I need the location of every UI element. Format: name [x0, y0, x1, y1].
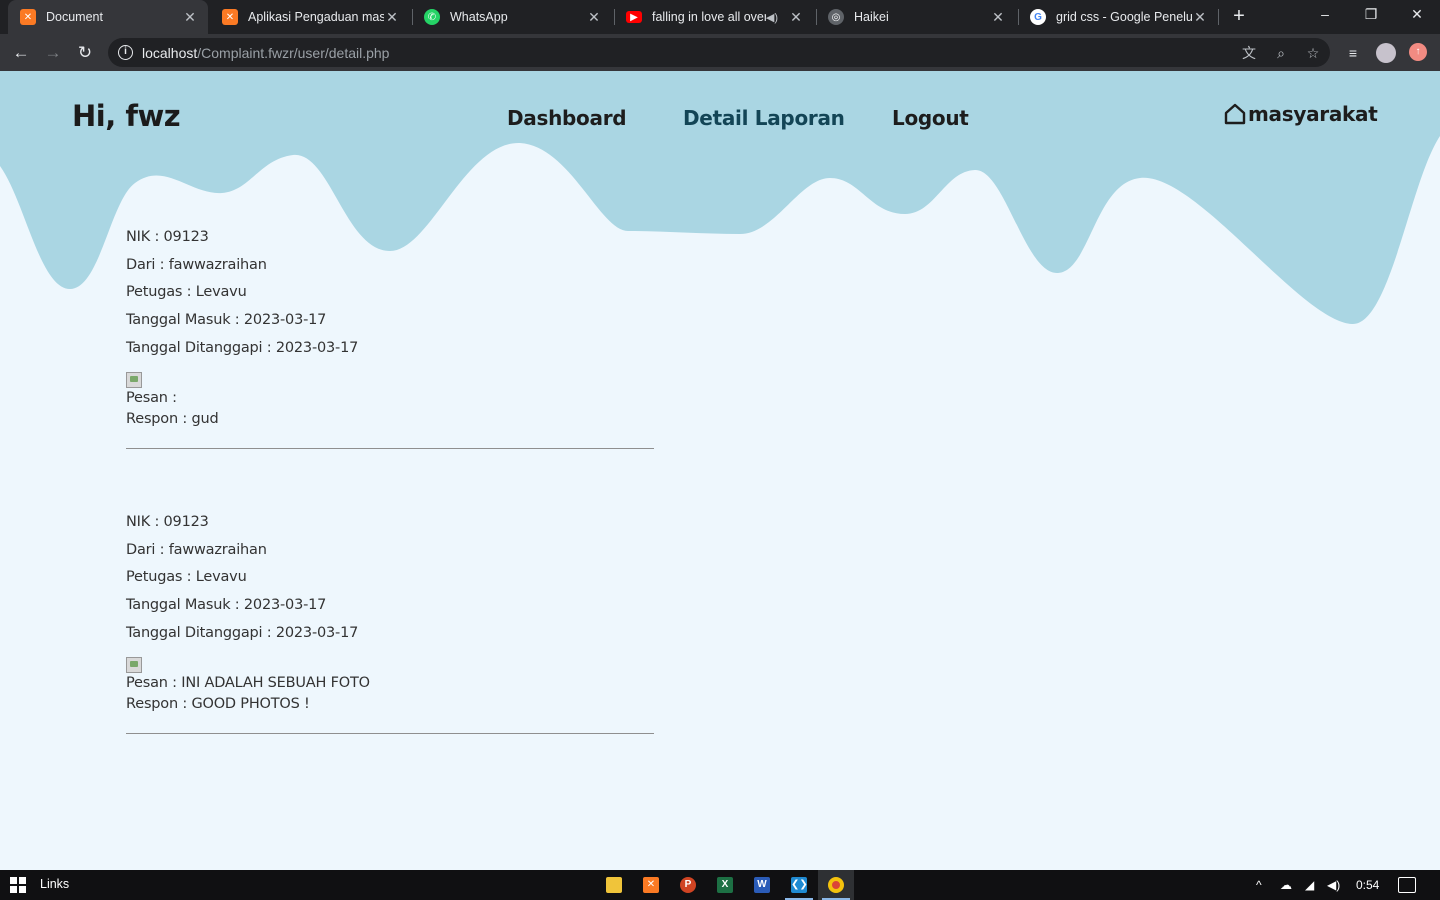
tab-title: Aplikasi Pengaduan masyarakat [248, 10, 384, 24]
links-toolbar-label[interactable]: Links [40, 877, 69, 891]
globe-icon: ◎ [828, 9, 844, 25]
close-icon[interactable]: ✕ [384, 9, 400, 26]
tab-aplikasi-pengaduan[interactable]: ✕ Aplikasi Pengaduan masyarakat ✕ [210, 0, 410, 34]
brand-name: masyarakat [1248, 102, 1378, 126]
bookmark-star-icon[interactable]: ☆ [1304, 44, 1322, 62]
chrome-icon[interactable] [818, 870, 854, 900]
tab-strip: ✕ Document ✕ ✕ Aplikasi Pengaduan masyar… [0, 0, 1440, 34]
notification-center-icon[interactable] [1398, 877, 1416, 893]
report-card: NIK : 09123 Dari : fawwazraihan Petugas … [126, 224, 654, 450]
xampp-icon: ✕ [222, 9, 238, 25]
close-icon[interactable]: ✕ [586, 9, 602, 26]
broken-image-icon [126, 657, 142, 674]
restore-button[interactable]: ❐ [1348, 0, 1394, 30]
address-bar[interactable]: i localhost/Complaint.fwzr/user/detail.p… [108, 38, 1330, 67]
volume-icon[interactable]: ◀) [1327, 878, 1340, 892]
close-icon[interactable]: ✕ [788, 9, 804, 26]
broken-image-icon [126, 372, 142, 389]
xampp-icon: ✕ [20, 9, 36, 25]
minimize-button[interactable]: – [1302, 0, 1348, 30]
profile-avatar[interactable] [1376, 43, 1396, 63]
tanggal-masuk-field: Tanggal Masuk : 2023-03-17 [126, 597, 327, 614]
nav-dashboard-link[interactable]: Dashboard [507, 106, 627, 130]
petugas-field: Petugas : Levavu [126, 569, 247, 586]
tab-title: grid css - Google Penelusuran [1056, 10, 1192, 24]
pesan-field: Pesan : INI ADALAH SEBUAH FOTO [126, 675, 370, 692]
excel-icon[interactable]: X [707, 870, 743, 900]
reload-icon[interactable]: ↻ [72, 40, 98, 66]
onedrive-cloud-icon[interactable]: ☁ [1280, 878, 1292, 892]
google-icon: G [1030, 9, 1046, 25]
powerpoint-icon[interactable]: P [670, 870, 706, 900]
tab-title: Document [46, 10, 103, 24]
tab-separator [1218, 9, 1219, 25]
home-icon [1224, 103, 1246, 125]
tab-title: Haikei [854, 10, 889, 24]
nik-field: NIK : 09123 [126, 229, 209, 245]
windows-start-icon[interactable] [10, 877, 26, 893]
tanggal-masuk-field: Tanggal Masuk : 2023-03-17 [126, 312, 327, 329]
forward-arrow-icon[interactable]: → [40, 40, 66, 66]
url-path: /Complaint.fwzr/user/detail.php [197, 45, 390, 61]
tab-title: WhatsApp [450, 10, 508, 24]
speaker-icon[interactable]: ◀) [766, 11, 778, 24]
chevron-up-icon[interactable]: ^ [1256, 878, 1262, 892]
media-control-icon[interactable]: ≡ [1343, 43, 1363, 63]
tab-document[interactable]: ✕ Document ✕ [8, 0, 208, 34]
nav-detail-laporan-link[interactable]: Detail Laporan [683, 106, 845, 130]
browser-toolbar: ← → ↻ i localhost/Complaint.fwzr/user/de… [0, 34, 1440, 71]
translate-icon[interactable]: 文 [1240, 44, 1258, 62]
whatsapp-icon: ✆ [424, 9, 440, 25]
word-icon[interactable]: W [744, 870, 780, 900]
tanggal-ditanggapi-field: Tanggal Ditanggapi : 2023-03-17 [126, 624, 359, 641]
tab-haikei[interactable]: ◎ Haikei ✕ [816, 0, 1016, 34]
petugas-field: Petugas : Levavu [126, 284, 247, 301]
clock[interactable]: 0:54 [1356, 878, 1379, 892]
url-host: localhost [142, 45, 198, 61]
tab-whatsapp[interactable]: ✆ WhatsApp ✕ [412, 0, 612, 34]
zoom-icon[interactable]: ⌕ [1272, 44, 1290, 62]
dari-field: Dari : fawwazraihan [126, 256, 267, 273]
pesan-field: Pesan : [126, 390, 177, 407]
youtube-icon: ▶ [626, 11, 642, 23]
report-card: NIK : 09123 Dari : fawwazraihan Petugas … [126, 509, 654, 735]
vscode-icon[interactable]: ❮❯ [781, 870, 817, 900]
site-info-icon[interactable]: i [118, 45, 133, 60]
back-arrow-icon[interactable]: ← [8, 40, 34, 66]
page-viewport: Hi, fwz Dashboard Detail Laporan Logout … [0, 71, 1440, 870]
nav-logout-link[interactable]: Logout [892, 106, 969, 130]
window-close-button[interactable]: ✕ [1394, 0, 1440, 30]
dari-field: Dari : fawwazraihan [126, 541, 267, 558]
nik-field: NIK : 09123 [126, 514, 209, 530]
tab-google-search[interactable]: G grid css - Google Penelusuran ✕ [1018, 0, 1218, 34]
url-text[interactable]: localhost/Complaint.fwzr/user/detail.php [142, 45, 389, 61]
report-divider [126, 448, 654, 450]
windows-taskbar: Links ✕ P X W ❮❯ ^ ☁ ◢ ◀) 0:54 [0, 870, 1440, 900]
report-divider [126, 733, 654, 735]
tab-title: falling in love all over [652, 10, 766, 24]
respon-field: Respon : GOOD PHOTOS ! [126, 696, 310, 713]
close-icon[interactable]: ✕ [1192, 9, 1208, 26]
network-icon[interactable]: ◢ [1305, 878, 1314, 892]
respon-field: Respon : gud [126, 411, 219, 428]
tab-youtube[interactable]: ▶ falling in love all over ◀) ✕ [614, 0, 814, 34]
file-explorer-icon[interactable] [596, 870, 632, 900]
greeting-heading: Hi, fwz [72, 99, 181, 133]
update-icon[interactable]: ↑ [1409, 43, 1427, 61]
brand-logo[interactable]: masyarakat [1224, 102, 1378, 126]
close-icon[interactable]: ✕ [990, 9, 1006, 26]
xampp-icon[interactable]: ✕ [633, 870, 669, 900]
new-tab-button[interactable]: + [1228, 5, 1250, 27]
close-icon[interactable]: ✕ [182, 9, 198, 26]
tanggal-ditanggapi-field: Tanggal Ditanggapi : 2023-03-17 [126, 339, 359, 356]
